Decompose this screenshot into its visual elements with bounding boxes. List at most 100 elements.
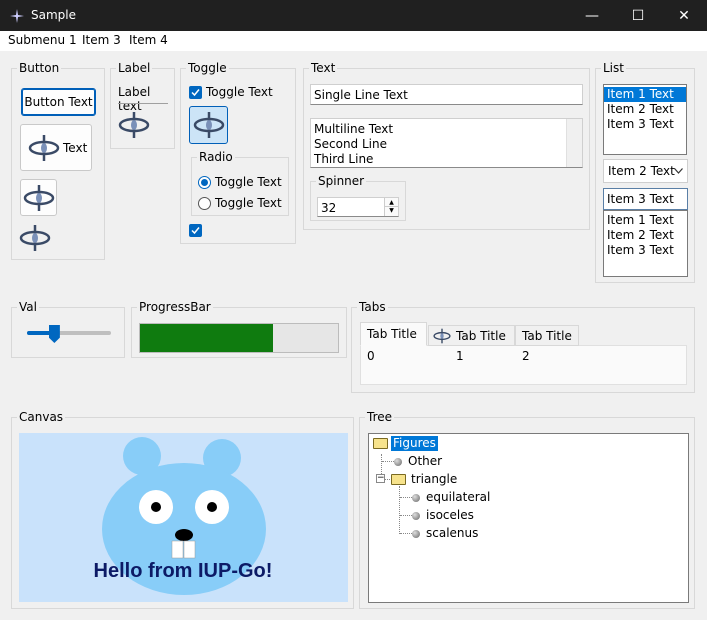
spinner-frame: Spinner 32 ▲ ▼ [310,174,406,221]
tree-node-label: triangle [411,472,458,486]
text-button-label: Button Text [24,95,93,109]
leaf-ball-icon [394,457,402,466]
tree-node-label: scalenus [426,526,479,540]
multiline-line: Third Line [314,152,374,166]
tabs-frame-title: Tabs [357,300,388,314]
list-item[interactable]: Item 2 Text [604,102,686,117]
button-frame: Button Button Text Text [11,61,105,260]
radio-option-2[interactable]: Toggle Text [198,196,282,210]
list-item[interactable]: Item 1 Text [604,213,687,228]
text-button[interactable]: Button Text [21,88,96,116]
tree-line [400,497,412,498]
tree-node-figures[interactable]: Figures [373,436,438,451]
ring-icon [433,328,451,344]
ring-icon [28,135,60,161]
tree-frame: Tree Figures Other − triangle equilatera… [359,410,695,609]
multiline-line: Multiline Text [314,122,394,136]
ring-icon [193,112,225,138]
tree-node-isoceles[interactable]: isoceles [412,508,474,523]
list-item[interactable]: Item 3 Text [604,117,686,132]
radio-frame-title: Radio [197,150,235,164]
icon-text-button[interactable]: Text [20,124,92,171]
label-frame: Label Label text [110,61,175,149]
tab-1[interactable]: Tab Title 1 [428,325,515,363]
tree-node-scalenus[interactable]: scalenus [412,526,478,541]
tree-line [399,486,400,534]
radio-option-2-label: Toggle Text [215,196,282,210]
gopher-illustration: Hello from IUP-Go! [19,433,348,602]
progress-fill [140,324,273,352]
tree-node-equilateral[interactable]: equilateral [412,490,490,505]
minimize-icon: — [585,7,599,24]
menu-bar: Submenu 1 Item 3 Item 4 [0,31,707,51]
leaf-ball-icon [412,511,420,520]
leaf-ball-icon [412,493,420,502]
menu-item-4[interactable]: Item 4 [129,33,168,47]
editbox-value: Item 3 Text [607,192,674,206]
window-title: Sample [31,8,76,22]
folder-open-icon [391,474,406,485]
maximize-icon: ☐ [631,7,645,24]
single-line-input-value: Single Line Text [314,88,408,102]
list-2[interactable]: Item 1 Text Item 2 Text Item 3 Text [603,210,688,277]
radio-selected-icon [198,175,211,189]
list-item[interactable]: Item 1 Text [604,87,686,102]
spinner-input[interactable]: 32 ▲ ▼ [317,197,399,217]
menu-item-3[interactable]: Item 3 [82,33,121,47]
single-line-input[interactable]: Single Line Text [310,84,583,105]
maximize-button[interactable]: ☐ [615,0,661,31]
toggle-frame: Toggle Toggle Text Radio Toggle Text Tog… [180,61,296,244]
list-frame-title: List [601,61,626,75]
spinner-down-icon[interactable]: ▼ [385,207,398,215]
menu-submenu-1[interactable]: Submenu 1 [8,33,77,47]
image-toggle-button[interactable] [189,106,228,144]
tree-view[interactable]: Figures Other − triangle equilateral iso… [368,433,689,603]
folder-open-icon [373,438,388,449]
multiline-scrollbar[interactable] [566,119,582,167]
tabs-frame: Tabs Tab Title 0 Tab Title 1 Tab Title 2 [351,300,695,393]
tree-node-label: Figures [391,436,438,451]
label-text: Label text [118,85,151,113]
dropdown[interactable]: Item 2 Text [603,159,688,183]
val-frame: Val [11,300,125,358]
tab-0[interactable]: Tab Title 0 [360,322,427,363]
ring-icon [118,112,150,138]
list-item[interactable]: Item 3 Text [604,243,687,258]
canvas-frame-title: Canvas [17,410,66,424]
icon-text-button-label: Text [63,141,88,155]
text-frame-title: Text [309,61,338,75]
tree-node-label: isoceles [426,508,474,522]
dropdown-value: Item 2 Text [608,164,675,178]
multiline-line: Second Line [314,137,387,151]
spinner-up-icon[interactable]: ▲ [385,198,398,207]
label-separator [118,103,168,104]
list-frame: List Item 1 Text Item 2 Text Item 3 Text… [595,61,695,283]
spinner-buttons[interactable]: ▲ ▼ [384,198,398,216]
tree-line [382,461,394,462]
tree-line [400,515,412,516]
slider-track[interactable] [27,331,111,335]
collapse-icon[interactable]: − [376,474,385,483]
ring-icon[interactable] [19,225,51,251]
tree-node-other[interactable]: Other [394,454,442,469]
list-item[interactable]: Item 2 Text [604,228,687,243]
canvas[interactable]: Hello from IUP-Go! [19,433,348,602]
minimize-button[interactable]: — [569,0,615,31]
multiline-input[interactable]: Multiline Text Second Line Third Line [310,118,583,168]
editbox-input[interactable]: Item 3 Text [603,188,688,210]
toggle-checkbox[interactable]: Toggle Text [189,85,273,99]
small-checkbox[interactable] [189,224,202,237]
tab-2[interactable]: Tab Title 2 [515,325,579,363]
tree-node-triangle[interactable]: triangle [391,472,459,487]
slider-thumb[interactable] [48,325,60,343]
val-frame-title: Val [17,300,39,314]
progress-bar [139,323,339,353]
list-1[interactable]: Item 1 Text Item 2 Text Item 3 Text [603,84,687,155]
progressbar-frame: ProgressBar [131,300,347,358]
tree-node-label: Other [408,454,443,468]
radio-option-1[interactable]: Toggle Text [198,175,282,189]
radio-unselected-icon [198,196,211,210]
icon-button[interactable] [20,179,57,216]
toggle-frame-title: Toggle [186,61,229,75]
close-button[interactable]: ✕ [661,0,707,31]
